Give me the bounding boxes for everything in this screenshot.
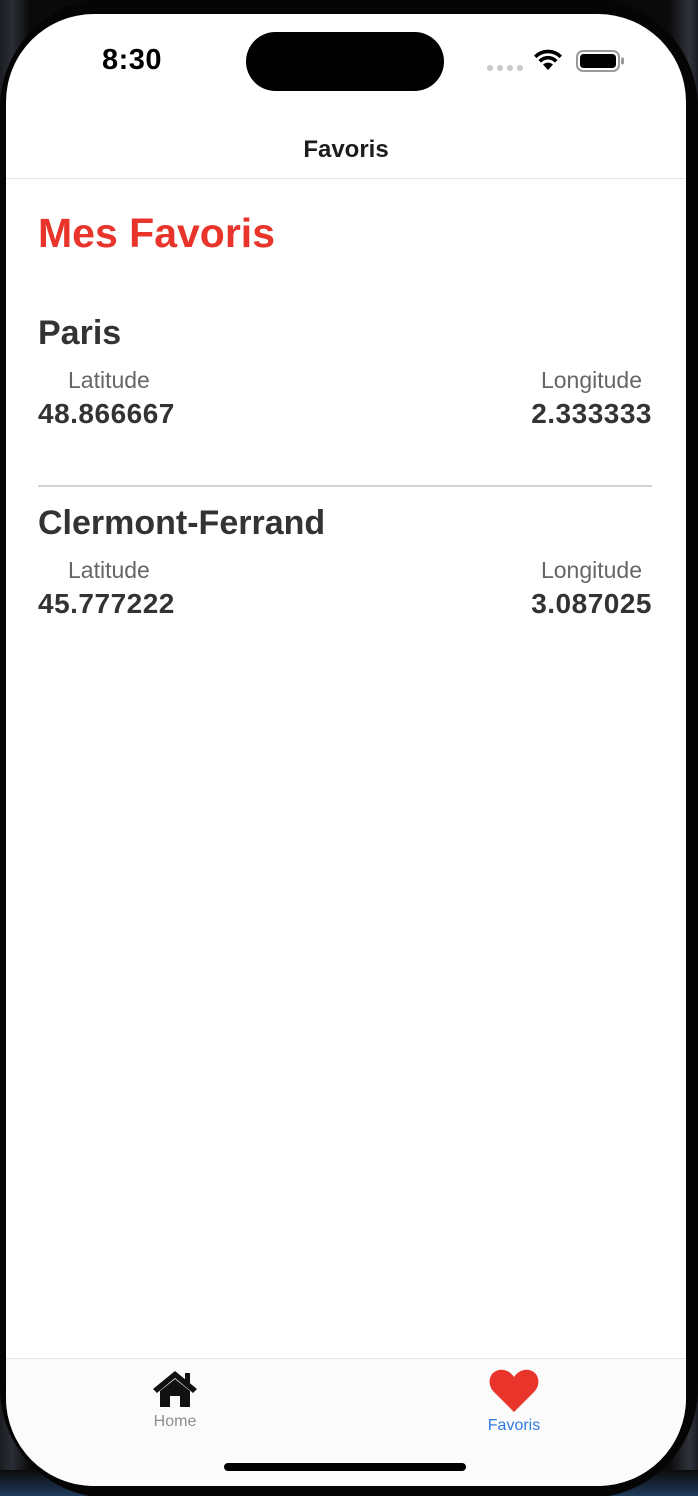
status-time: 8:30 bbox=[102, 44, 163, 76]
home-icon bbox=[153, 1371, 197, 1407]
favorite-item-clermont-ferrand[interactable]: Clermont-Ferrand Latitude 45.777222 Long… bbox=[38, 504, 652, 639]
wifi-icon bbox=[534, 49, 562, 70]
tab-favoris[interactable]: Favoris bbox=[414, 1359, 614, 1449]
latitude-label: Latitude bbox=[68, 367, 150, 393]
tab-label: Favoris bbox=[487, 1417, 541, 1434]
list-divider bbox=[38, 485, 652, 487]
page-title: Mes Favoris bbox=[38, 210, 275, 256]
city-name: Clermont-Ferrand bbox=[38, 504, 326, 542]
favorite-item-paris[interactable]: Paris Latitude 48.866667 Longitude 2.333… bbox=[38, 314, 652, 449]
tab-label: Home bbox=[153, 1413, 197, 1430]
tab-home[interactable]: Home bbox=[75, 1359, 275, 1449]
city-name: Paris bbox=[38, 314, 122, 352]
longitude-block: Longitude 2.333333 bbox=[531, 367, 652, 430]
longitude-block: Longitude 3.087025 bbox=[531, 557, 652, 620]
phone-frame: 8:30 Favoris Mes Favoris Paris Latitude bbox=[0, 0, 698, 1496]
coordinates: Latitude 45.777222 Longitude 3.087025 bbox=[38, 557, 652, 639]
battery-icon bbox=[576, 50, 624, 72]
heart-icon bbox=[489, 1369, 539, 1412]
longitude-label: Longitude bbox=[540, 367, 642, 393]
latitude-label: Latitude bbox=[68, 557, 150, 583]
longitude-value: 2.333333 bbox=[531, 398, 652, 429]
coordinates: Latitude 48.866667 Longitude 2.333333 bbox=[38, 367, 652, 449]
latitude-block: Latitude 45.777222 bbox=[38, 557, 175, 620]
nav-title: Favoris bbox=[303, 136, 389, 163]
latitude-block: Latitude 48.866667 bbox=[38, 367, 175, 430]
navigation-header: Favoris bbox=[6, 104, 686, 179]
cellular-signal-icon bbox=[487, 65, 523, 71]
latitude-value: 45.777222 bbox=[38, 588, 175, 619]
phone-screen: 8:30 Favoris Mes Favoris Paris Latitude bbox=[6, 14, 686, 1486]
longitude-value: 3.087025 bbox=[531, 588, 652, 619]
home-indicator[interactable] bbox=[224, 1463, 466, 1471]
latitude-value: 48.866667 bbox=[38, 398, 175, 429]
dynamic-island bbox=[246, 32, 444, 91]
longitude-label: Longitude bbox=[540, 557, 642, 583]
